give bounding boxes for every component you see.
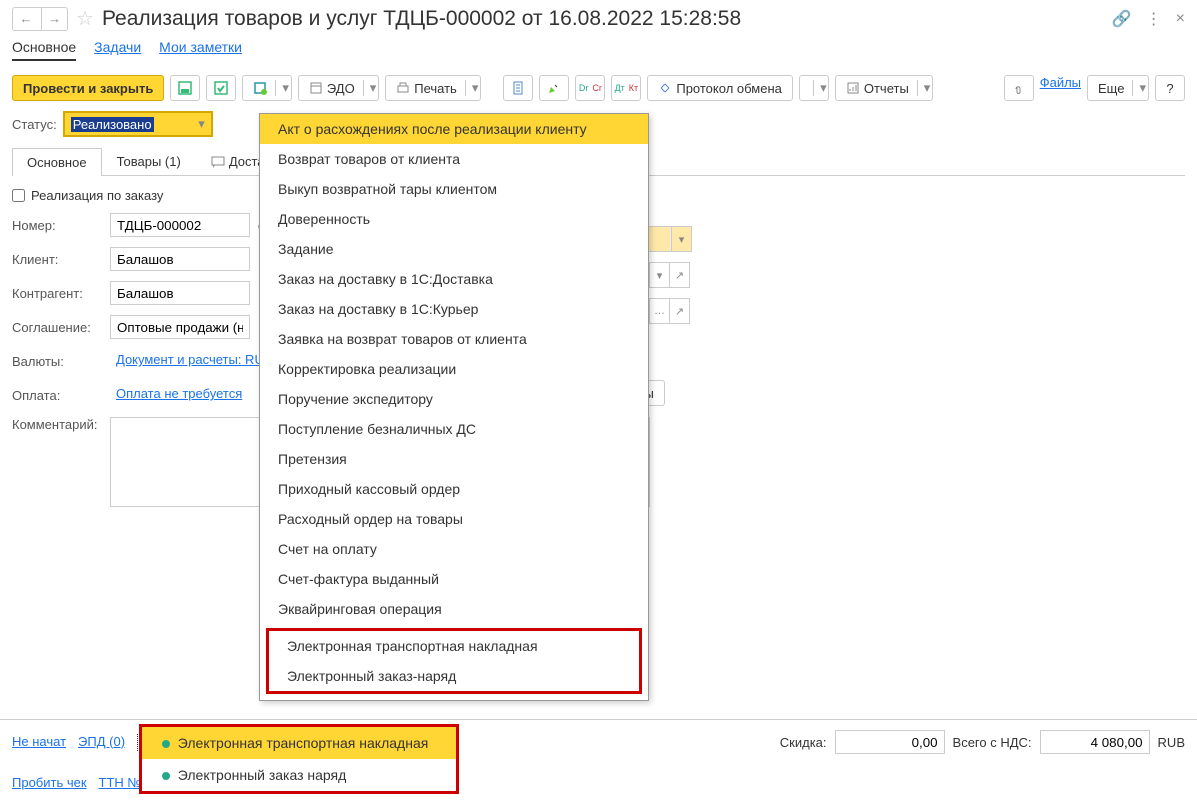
agreement-label: Соглашение: [12,320,102,335]
menu-item[interactable]: Счет на оплату [260,534,648,564]
status-label: Статус: [12,117,57,132]
tab-main[interactable]: Основное [12,39,76,61]
menu-item[interactable]: Заказ на доставку в 1С:Доставка [260,264,648,294]
dot-icon [162,740,170,748]
comment-label: Комментарий: [12,417,102,432]
menu-item[interactable]: Заказ на доставку в 1С:Курьер [260,294,648,324]
create-based-on-menu: Акт о расхождениях после реализации клие… [259,113,649,701]
forward-button[interactable]: → [41,8,67,30]
more-button[interactable]: Еще▾ [1087,75,1149,101]
files-link[interactable]: Файлы [1040,75,1081,101]
tab-tasks[interactable]: Задачи [94,39,141,61]
number-field[interactable] [110,213,250,237]
menu-item[interactable]: Доверенность [260,204,648,234]
highlight-box: Электронная транспортная накладная Элект… [266,628,642,694]
menu-item[interactable]: Расходный ордер на товары [260,504,648,534]
bottom-links: Пробить чек ТТН № [12,775,141,790]
menu-item[interactable]: Корректировка реализации [260,354,648,384]
agreement-field[interactable] [110,315,250,339]
more-dots-icon[interactable]: … [649,299,669,323]
payment-link[interactable]: Оплата не требуется [110,383,248,407]
reports-button[interactable]: Отчеты▾ [835,75,933,101]
counterparty-label: Контрагент: [12,286,102,301]
epd-popup: Электронная транспортная накладная Элект… [139,724,459,794]
chat-icon [211,156,225,168]
menu-item[interactable]: Возврат товаров от клиента [260,144,648,174]
chevron-down-icon[interactable]: ▾ [649,263,669,287]
menu-item[interactable]: Приходный кассовый ордер [260,474,648,504]
favorite-icon[interactable]: ☆ [76,6,94,31]
menu-item[interactable]: Задание [260,234,648,264]
close-icon[interactable]: × [1176,10,1185,28]
window-header: ← → ☆ Реализация товаров и услуг ТДЦБ-00… [0,0,1197,39]
dr-cr-button[interactable]: DrCr [575,75,605,101]
post-button[interactable] [206,75,236,101]
popup-item[interactable]: Электронный заказ наряд [142,759,456,791]
save-button[interactable] [170,75,200,101]
currency-link[interactable]: Документ и расчеты: RU [110,349,270,373]
dot-icon [162,772,170,780]
payment-label: Оплата: [12,388,102,403]
discount-label: Скидка: [780,735,827,750]
dt-kt-button[interactable]: ДтКт [611,75,641,101]
punch-check-link[interactable]: Пробить чек [12,775,87,790]
menu-item[interactable]: Претензия [260,444,648,474]
by-order-checkbox[interactable] [12,189,25,202]
menu-item[interactable]: Эквайринговая операция [260,594,648,624]
chevron-down-icon[interactable]: ▾ [671,227,691,251]
attach-icon[interactable] [1004,75,1034,101]
currency-label: Валюты: [12,354,102,369]
menu-item[interactable]: Выкуп возвратной тары клиентом [260,174,648,204]
protocol-button[interactable]: Протокол обмена [647,75,793,101]
open-icon[interactable]: ↗ [669,299,689,323]
menu-item[interactable]: Поступление безналичных ДС [260,414,648,444]
post-and-close-button[interactable]: Провести и закрыть [12,75,164,101]
menu-item[interactable]: Счет-фактура выданный [260,564,648,594]
edo-button[interactable]: ЭДО▾ [298,75,379,101]
total-field[interactable] [1040,730,1150,754]
client-field[interactable] [110,247,250,271]
help-button[interactable]: ? [1155,75,1185,101]
not-started-link[interactable]: Не начат [12,734,66,751]
open-icon[interactable]: ↗ [669,263,689,287]
popup-item[interactable]: Электронная транспортная накладная [142,727,456,759]
epd-link[interactable]: ЭПД (0) [78,734,125,751]
status-value: Реализовано [71,117,154,132]
link-icon[interactable]: 🔗 [1112,9,1132,29]
chevron-down-icon[interactable]: ▾ [198,116,205,132]
by-order-label: Реализация по заказу [31,188,163,203]
total-label: Всего с НДС: [953,735,1032,750]
menu-item[interactable]: Поручение экспедитору [260,384,648,414]
number-label: Номер: [12,218,102,233]
toolbar: Провести и закрыть ▾ ЭДО▾ Печать▾ DrCr Д… [0,71,1197,111]
ftab-goods[interactable]: Товары (1) [102,147,196,175]
tab-notes[interactable]: Мои заметки [159,39,242,61]
currency-label: RUB [1158,735,1185,750]
send-button[interactable]: ▾ [799,75,829,101]
menu-item[interactable]: Электронная транспортная накладная [269,631,639,661]
nav-buttons: ← → [12,7,68,31]
status-field[interactable]: Реализовано ▾ [63,111,213,137]
menu-item[interactable]: Электронный заказ-наряд [269,661,639,691]
menu-item[interactable]: Акт о расхождениях после реализации клие… [260,114,648,144]
page-title: Реализация товаров и услуг ТДЦБ-000002 о… [102,7,741,31]
create-based-on-button[interactable]: ▾ [242,75,292,101]
ftab-main[interactable]: Основное [12,148,102,176]
discount-field[interactable] [835,730,945,754]
back-button[interactable]: ← [13,8,39,30]
top-tabs: Основное Задачи Мои заметки [0,39,1197,71]
pencil-icon-button[interactable] [539,75,569,101]
doc-icon-button[interactable] [503,75,533,101]
menu-item[interactable]: Заявка на возврат товаров от клиента [260,324,648,354]
counterparty-field[interactable] [110,281,250,305]
print-button[interactable]: Печать▾ [385,75,481,101]
ttn-link[interactable]: ТТН № [99,775,142,790]
client-label: Клиент: [12,252,102,267]
more-icon[interactable]: ⋮ [1146,9,1162,29]
